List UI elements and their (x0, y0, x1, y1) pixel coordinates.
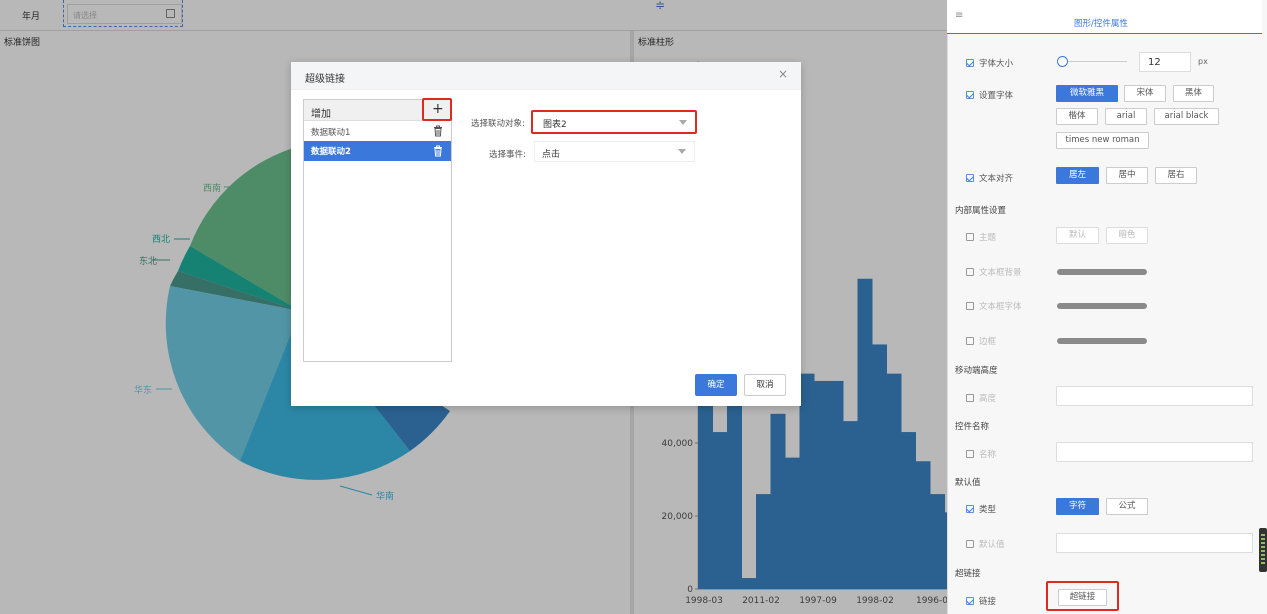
type-option[interactable]: 字符 (1056, 498, 1099, 515)
list-header-label: 增加 (311, 109, 331, 120)
target-label: 选择联动对象: (471, 119, 525, 129)
theme-label: 主题 (966, 231, 996, 243)
type-option[interactable]: 公式 (1106, 498, 1148, 515)
list-item[interactable]: 数据联动2 (304, 141, 451, 161)
border-color-bar[interactable] (1057, 338, 1147, 344)
list-item-label: 数据联动1 (311, 128, 351, 138)
checkbox-icon[interactable] (966, 336, 974, 345)
font-size-label: 字体大小 (966, 57, 1013, 69)
align-option[interactable]: 居中 (1106, 167, 1148, 184)
name-label: 名称 (966, 448, 996, 460)
name-input[interactable] (1056, 442, 1253, 462)
level-meter-icon (1261, 534, 1265, 566)
link-label: 链接 (966, 595, 996, 607)
font-option[interactable]: 楷体 (1056, 108, 1098, 125)
event-select[interactable]: 点击 (534, 141, 695, 162)
dialog-header: 超级链接 × (291, 62, 801, 90)
textbox-font-color-bar[interactable] (1057, 303, 1147, 309)
font-option[interactable]: arial black (1154, 108, 1219, 125)
font-option[interactable]: 宋体 (1124, 85, 1166, 102)
hyperlink-dialog: 超级链接 × 增加 数据联动1 数据联动2 + 选择联动对象: 图表2 选择事件… (291, 62, 801, 406)
theme-option[interactable]: 默认 (1056, 227, 1099, 244)
dialog-title: 超级链接 (305, 74, 345, 85)
hyperlink-button[interactable]: 超链接 (1058, 589, 1107, 606)
default-value-input[interactable] (1056, 533, 1253, 553)
height-label: 高度 (966, 392, 996, 404)
menu-icon[interactable]: ≡ (955, 10, 963, 21)
checkbox-icon[interactable] (966, 232, 974, 241)
border-label: 边框 (966, 335, 996, 347)
mobile-section-title: 移动端高度 (955, 366, 998, 376)
textbox-bg-color-bar[interactable] (1057, 269, 1147, 275)
confirm-button[interactable]: 确定 (695, 374, 737, 396)
trash-icon[interactable] (433, 125, 443, 137)
target-select-value: 图表2 (543, 120, 567, 130)
checkbox-icon[interactable] (966, 267, 974, 276)
font-size-input[interactable]: 12 (1139, 52, 1191, 72)
slider-handle[interactable] (1057, 56, 1068, 67)
align-option[interactable]: 居右 (1155, 167, 1197, 184)
checkbox-icon[interactable] (966, 596, 974, 605)
checkbox-icon[interactable] (966, 90, 974, 99)
chevron-down-icon (678, 149, 686, 154)
inner-section-title: 内部属性设置 (955, 206, 1007, 216)
align-label: 文本对齐 (966, 172, 1013, 184)
default-section-title: 默认值 (955, 478, 981, 488)
theme-option[interactable]: 暗色 (1106, 227, 1148, 244)
close-icon[interactable]: × (778, 67, 788, 81)
font-option[interactable]: 微软雅黑 (1056, 85, 1118, 102)
list-item[interactable]: 数据联动1 (304, 122, 451, 141)
cancel-button[interactable]: 取消 (744, 374, 786, 396)
event-select-value: 点击 (542, 150, 561, 160)
default-value-label: 默认值 (966, 538, 1005, 550)
properties-header: ≡ 图形/控件属性 (947, 0, 1262, 34)
trash-icon[interactable] (433, 145, 443, 157)
link-section-title: 超链接 (955, 569, 981, 579)
chevron-down-icon (679, 120, 687, 125)
type-label: 类型 (966, 503, 996, 515)
add-button[interactable]: + (422, 98, 452, 121)
checkbox-icon[interactable] (966, 504, 974, 513)
textbox-bg-label: 文本框背景 (966, 266, 1022, 278)
checkbox-icon[interactable] (966, 173, 974, 182)
font-set-label: 设置字体 (966, 89, 1013, 101)
list-item-label: 数据联动2 (311, 147, 351, 157)
font-size-unit: px (1198, 57, 1208, 66)
side-widget[interactable] (1259, 528, 1267, 572)
height-input[interactable] (1056, 386, 1253, 406)
target-select[interactable]: 图表2 (531, 110, 697, 134)
name-section-title: 控件名称 (955, 422, 990, 432)
plus-icon: + (432, 101, 444, 117)
font-option[interactable]: 黑体 (1173, 85, 1214, 102)
font-size-value: 12 (1148, 57, 1161, 68)
properties-tab[interactable]: 图形/控件属性 (1074, 17, 1128, 29)
checkbox-icon[interactable] (966, 393, 974, 402)
font-option[interactable]: arial (1105, 108, 1147, 125)
linkage-list: 增加 数据联动1 数据联动2 (303, 99, 452, 362)
checkbox-icon[interactable] (966, 301, 974, 310)
checkbox-icon[interactable] (966, 539, 974, 548)
align-option[interactable]: 居左 (1056, 167, 1099, 184)
font-option[interactable]: times new roman (1056, 132, 1149, 149)
textbox-font-label: 文本框字体 (966, 300, 1022, 312)
event-label: 选择事件: (489, 150, 526, 160)
checkbox-icon[interactable] (966, 449, 974, 458)
checkbox-icon[interactable] (966, 58, 974, 67)
